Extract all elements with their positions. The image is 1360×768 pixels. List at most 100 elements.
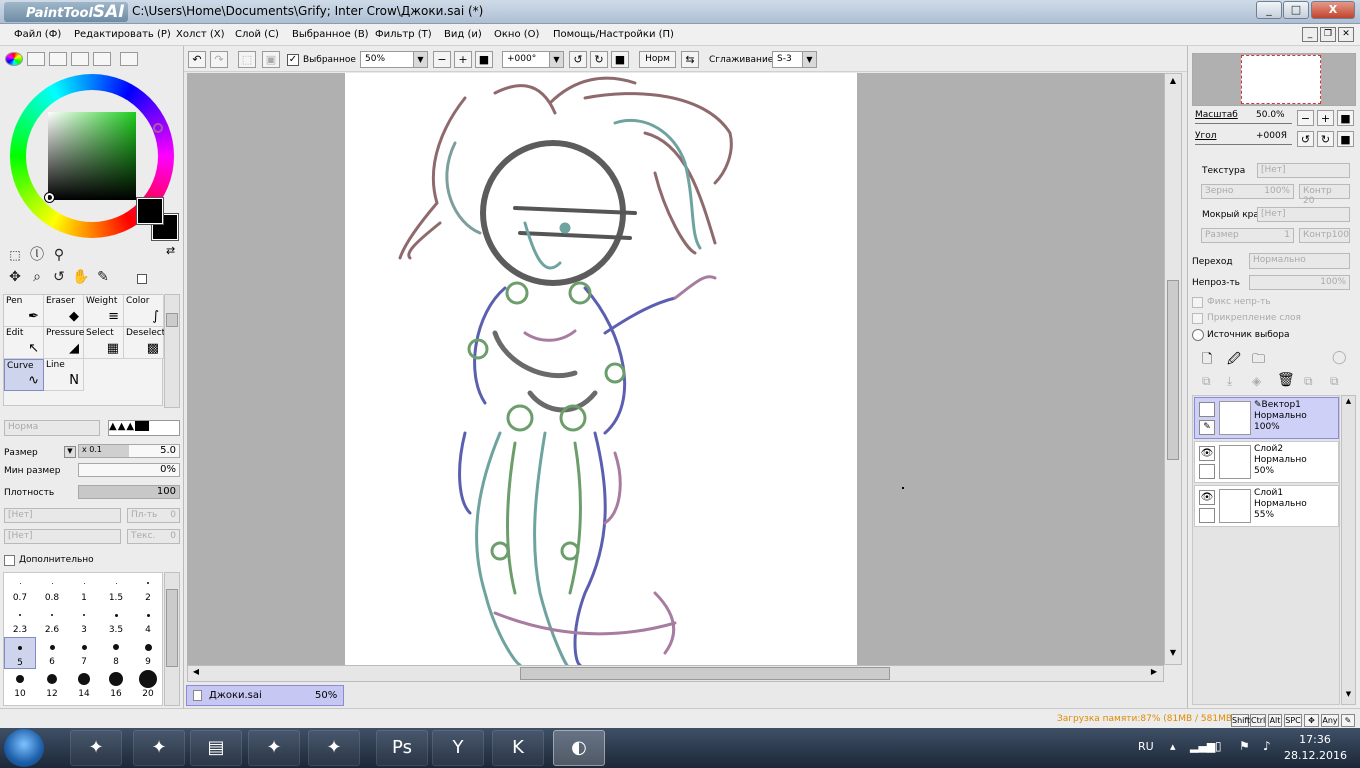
mdi-minimize-icon[interactable]: _ [1302,27,1318,42]
hsv-slider-tab-icon[interactable] [49,52,67,66]
nav-rotate-reset-icon[interactable]: ■ [1337,131,1354,147]
fix-opacity-checkbox[interactable] [1192,297,1203,308]
scroll-left-icon[interactable]: ◀ [190,667,202,680]
navigator-preview[interactable] [1192,53,1356,106]
swatches-tab-icon[interactable] [71,52,89,66]
size-preset[interactable]: 0.8 [36,573,68,605]
grain-field[interactable]: Зерно 100% [1201,184,1294,199]
navigator-viewport[interactable] [1241,55,1321,104]
move-icon[interactable]: ✥ [6,268,24,286]
brush-pressure[interactable]: Pressure ◢ [44,327,84,359]
blend-mode-select[interactable]: Норма [4,420,100,436]
size-preset[interactable]: 9 [132,637,162,669]
visibility-toggle[interactable] [1199,402,1215,417]
size-preset[interactable]: 4 [132,605,162,637]
rotate-icon[interactable]: ↺ [50,268,68,286]
magic-wand-icon[interactable]: ⚲ [50,246,68,264]
min-size-slider[interactable]: 0% [78,463,180,477]
brush-palette-scrollbar[interactable] [164,294,180,408]
density-slider[interactable]: 100 [78,485,180,499]
menu-file[interactable]: Файл (Ф) [14,29,61,40]
brush-select[interactable]: Select ▦ [84,327,124,359]
brush-shape-selector[interactable]: ▲▲▲ [108,420,180,436]
size-preset[interactable]: 0.7 [4,573,36,605]
scrollbar-thumb[interactable] [1167,280,1179,460]
scroll-up-icon[interactable]: ▲ [1167,76,1179,88]
scrollbar-thumb[interactable] [520,667,890,680]
drawing-paper[interactable] [345,73,857,665]
texture-select-2[interactable]: [Нет] [4,529,121,544]
taskbar-app-pony-app-4-icon[interactable]: ✦ [308,730,360,766]
layer-item[interactable]: 👁 Слой2 Нормально 50% [1194,441,1339,483]
size-preset[interactable]: 14 [68,669,100,701]
new-layer-icon[interactable]: 🗋 [1202,350,1212,372]
layer-opacity-slider[interactable]: 100% [1249,275,1350,290]
menu-edit[interactable]: Редактировать (Р) [74,29,171,40]
taskbar-app-kaspersky-icon[interactable]: K [492,730,544,766]
size-palette-scrollbar[interactable] [164,572,180,706]
scrollbar-thumb[interactable] [166,589,178,667]
lock-toggle[interactable] [1199,464,1215,479]
tray-arrow-icon[interactable]: ▴ [1170,740,1176,753]
size-preset[interactable]: 1 [68,573,100,605]
layer-mask-icon[interactable]: ◯ [1332,350,1347,365]
reset-colors-icon[interactable] [137,274,147,284]
undo-icon[interactable]: ↶ [188,51,206,68]
user-swatch-tab-icon[interactable] [93,52,111,66]
layer-blend-select[interactable]: Нормально [1249,253,1350,269]
mdi-close-icon[interactable]: ✕ [1338,27,1354,42]
selection-checkbox[interactable]: ✓ [287,54,299,66]
size-preset[interactable]: 16 [100,669,132,701]
menu-view[interactable]: Вид (и) [444,29,482,40]
size-preset[interactable]: 10 [4,669,36,701]
smoothing-combo[interactable]: S-3 ▼ [772,51,817,68]
layer-item[interactable]: 👁 Слой1 Нормально 55% [1194,485,1339,527]
brush-color[interactable]: Color ∫ [124,295,164,327]
canvas-area[interactable] [187,73,1164,665]
flip-icon[interactable]: ⇆ [681,51,699,68]
brush-edit[interactable]: Edit ↖ [4,327,44,359]
nav-rotate-left-icon[interactable]: ↺ [1297,131,1314,147]
start-button[interactable] [4,729,44,767]
copy-layer-icon[interactable]: ⧉ [1202,374,1211,389]
nav-zoom-in-icon[interactable]: + [1317,110,1334,126]
deselect-tb-icon[interactable]: ⬚ [238,51,256,68]
scroll-down-icon[interactable]: ▼ [1167,648,1179,660]
merge-visible-icon[interactable]: ⧉ [1304,374,1313,389]
rgb-slider-tab-icon[interactable] [27,52,45,66]
size-preset[interactable]: 12 [36,669,68,701]
advanced-checkbox[interactable] [4,555,15,566]
size-slider[interactable]: x 0.1 5.0 [78,444,180,458]
size-preset[interactable]: 3 [68,605,100,637]
taskbar-app-pony-app-2-icon[interactable]: ✦ [133,730,185,766]
taskbar-app-painttool-sai-icon[interactable]: ◐ [553,730,605,766]
document-tab[interactable]: Джоки.sai 50% [186,685,344,706]
size-preset[interactable]: 2.3 [4,605,36,637]
menu-window[interactable]: Окно (О) [494,29,539,40]
invert-select-icon[interactable]: ▣ [262,51,280,68]
rect-select-icon[interactable]: ⬚ [6,246,24,264]
size-preset[interactable]: 5 [4,637,36,669]
texture-intensity-2[interactable]: Текс. 0 [127,529,180,544]
menu-layer[interactable]: Слой (С) [235,29,279,40]
nav-zoom-out-icon[interactable]: − [1297,110,1314,126]
clip-layer-checkbox[interactable] [1192,313,1203,324]
zoom-out-icon[interactable]: − [433,51,451,68]
lock-toggle[interactable] [1199,508,1215,523]
color-wheel-tab-icon[interactable] [5,52,23,66]
size-preset[interactable]: 7 [68,637,100,669]
size-preset[interactable]: 3.5 [100,605,132,637]
hand-icon[interactable]: ✋ [72,268,90,286]
language-indicator[interactable]: RU [1138,740,1154,753]
maximize-button[interactable]: □ [1283,1,1309,19]
normal-view-button[interactable]: Норм [639,51,676,68]
canvas-vertical-scrollbar[interactable]: ▲ ▼ [1164,73,1182,665]
pen-lock-icon[interactable]: ✎ [1199,420,1215,435]
scroll-up-icon[interactable]: ▲ [1343,397,1354,409]
clock[interactable]: 17:36 28.12.2016 [1284,732,1347,764]
nav-rotate-right-icon[interactable]: ↻ [1317,131,1334,147]
menu-filter[interactable]: Фильтр (Т) [375,29,432,40]
contrast-field[interactable]: Контр 20 [1299,184,1350,206]
volume-icon[interactable]: ♪ [1263,739,1271,753]
menu-canvas[interactable]: Холст (Х) [176,29,225,40]
